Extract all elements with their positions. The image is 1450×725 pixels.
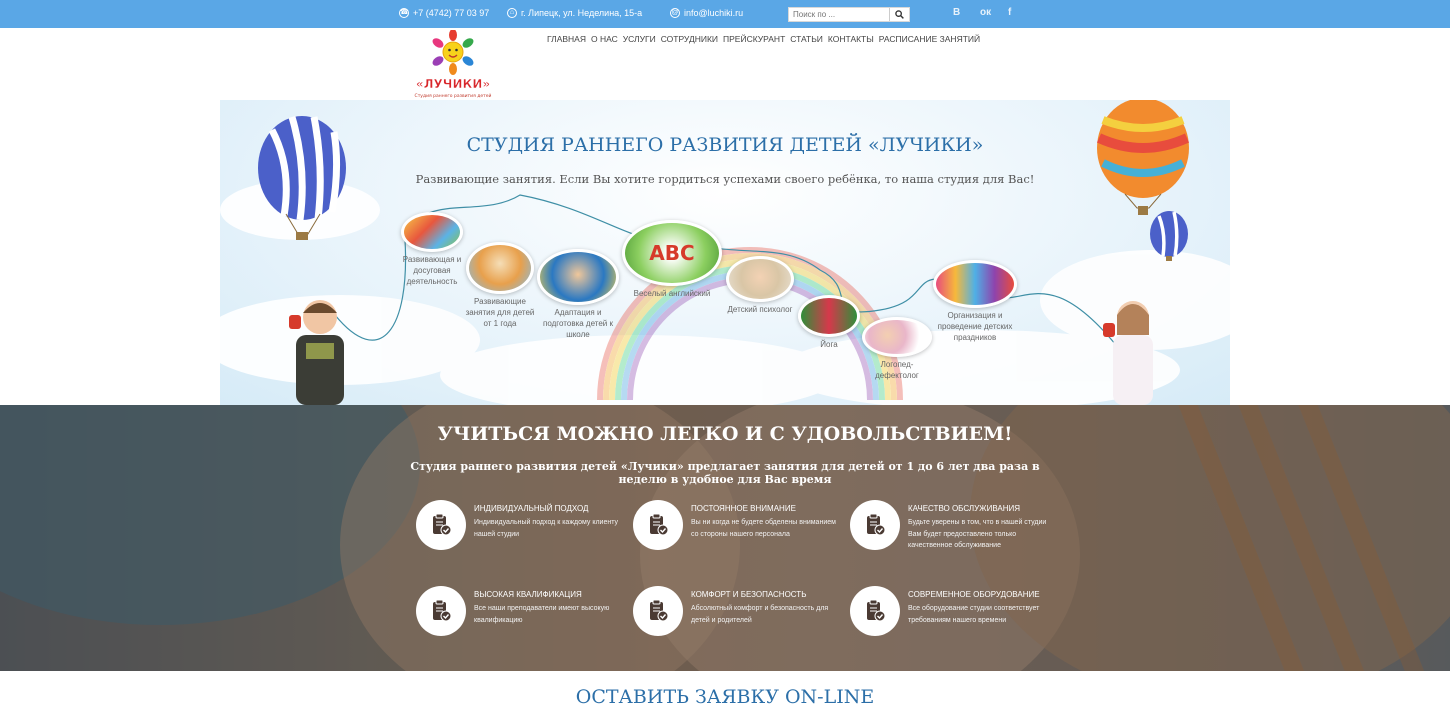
service-yoga[interactable]: Йога <box>796 295 862 350</box>
clipboard-check-icon <box>867 513 886 536</box>
nav-item-articles[interactable]: СТАТЬИ <box>790 34 823 44</box>
service-photo <box>798 295 860 337</box>
feature-title: КОМФОРТ И БЕЗОПАСНОСТЬ <box>691 590 807 599</box>
logo[interactable]: «ЛУЧИКИ» Студия раннего развития детей <box>410 29 496 100</box>
facebook-icon[interactable]: f <box>1008 7 1011 18</box>
service-from-1-year[interactable]: Развивающие занятия для детей от 1 года <box>462 242 538 329</box>
feature-text: Индивидуальный подход к каждому клиенту … <box>474 519 618 538</box>
feature-text: Вы ни когда не будете обделены вниманием… <box>691 519 836 538</box>
phone-text: +7 (4742) 77 03 97 <box>413 8 490 18</box>
feature-icon-circle <box>850 586 900 636</box>
feature-title: ИНДИВИДУАЛЬНЫЙ ПОДХОД <box>474 504 589 513</box>
phone-link[interactable]: ☎ +7 (4742) 77 03 97 <box>399 8 489 18</box>
nav-item-services[interactable]: УСЛУГИ <box>623 34 656 44</box>
service-label: Логопед-дефектолог <box>875 360 919 380</box>
home-icon: ⌂ <box>507 8 517 18</box>
clipboard-check-icon <box>433 599 452 622</box>
balloon-right-icon <box>1096 100 1190 215</box>
service-parties[interactable]: Организация и проведение детских праздни… <box>931 260 1019 343</box>
nav-item-about[interactable]: О НАС <box>591 34 618 44</box>
feature-icon-circle <box>850 500 900 550</box>
feature-icon-circle <box>416 500 466 550</box>
search-icon <box>895 10 904 19</box>
online-request-title[interactable]: ОСТАВИТЬ ЗАЯВКУ ON-LINE <box>0 686 1450 708</box>
hero-title: СТУДИЯ РАННЕГО РАЗВИТИЯ ДЕТЕЙ «ЛУЧИКИ» <box>466 134 984 156</box>
feature-icon-circle <box>416 586 466 636</box>
service-photo <box>726 256 794 302</box>
phone-icon: ☎ <box>399 8 409 18</box>
feature-text: Будьте уверены в том, что в нашей студии… <box>908 519 1047 549</box>
feature-title: КАЧЕСТВО ОБСЛУЖИВАНИЯ <box>908 504 1021 513</box>
abc-blocks-icon: ABC <box>622 220 722 286</box>
nav-item-contacts[interactable]: КОНТАКТЫ <box>828 34 874 44</box>
main-nav: ГЛАВНАЯ О НАС УСЛУГИ СОТРУДНИКИ ПРЕЙСКУР… <box>547 34 980 44</box>
feature-text: Абсолютный комфорт и безопасность для де… <box>691 605 829 624</box>
service-photo <box>933 260 1017 308</box>
feature-title: ПОСТОЯННОЕ ВНИМАНИЕ <box>691 504 796 513</box>
clipboard-check-icon <box>650 599 669 622</box>
address-link[interactable]: ⌂ г. Липецк, ул. Неделина, 15-а <box>507 8 642 18</box>
page: ☎ +7 (4742) 77 03 97 ⌂ г. Липецк, ул. Не… <box>0 0 1450 725</box>
logo-tagline: Студия раннего развития детей <box>415 92 492 99</box>
service-label: Детский психолог <box>727 305 793 314</box>
features-subtitle: Студия раннего развития детей «Лучики» п… <box>410 460 1040 486</box>
service-label: Йога <box>820 340 838 349</box>
search-button[interactable] <box>889 8 909 21</box>
service-speech-therapist[interactable]: Логопед-дефектолог <box>860 317 934 381</box>
feature-icon-circle <box>633 586 683 636</box>
logo-text: «ЛУЧИКИ» <box>416 77 490 91</box>
hero-subtitle: Развивающие занятия. Если Вы хотите горд… <box>415 172 1035 186</box>
service-psychologist[interactable]: Детский психолог <box>724 256 796 315</box>
clipboard-check-icon <box>867 599 886 622</box>
address-text: г. Липецк, ул. Неделина, 15-а <box>521 8 643 18</box>
feature-title: СОВРЕМЕННОЕ ОБОРУДОВАНИЕ <box>908 590 1040 599</box>
clipboard-check-icon <box>433 513 452 536</box>
odnoklassniki-icon[interactable]: ок <box>980 7 991 18</box>
boy-with-phone-icon <box>289 300 344 405</box>
service-english[interactable]: ABC Веселый английский <box>620 220 724 299</box>
nav-item-home[interactable]: ГЛАВНАЯ <box>547 34 586 44</box>
email-link[interactable]: @ info@luchiki.ru <box>670 8 743 18</box>
service-label: Развивающие занятия для детей от 1 года <box>465 297 535 328</box>
vk-icon[interactable]: В <box>953 7 960 18</box>
feature-text: Все оборудование студии соответствует тр… <box>908 605 1040 624</box>
service-photo <box>537 249 619 305</box>
top-bar: ☎ +7 (4742) 77 03 97 ⌂ г. Липецк, ул. Не… <box>0 0 1450 28</box>
service-school-prep[interactable]: Адаптация и подготовка детей к школе <box>535 249 621 340</box>
feature-icon-circle <box>633 500 683 550</box>
feature-title: ВЫСОКАЯ КВАЛИФИКАЦИЯ <box>474 590 582 599</box>
service-label: Веселый английский <box>633 289 711 298</box>
sun-hands-logo-icon: «ЛУЧИКИ» Студия раннего развития детей <box>415 29 492 99</box>
service-label: Развивающая и досуговая деятельность <box>402 255 462 286</box>
service-photo <box>466 242 534 294</box>
service-photo <box>401 212 463 252</box>
service-photo <box>862 317 932 357</box>
email-text: info@luchiki.ru <box>684 8 744 18</box>
search-input[interactable] <box>789 8 889 21</box>
nav-item-staff[interactable]: СОТРУДНИКИ <box>661 34 718 44</box>
clipboard-check-icon <box>650 513 669 536</box>
nav-item-prices[interactable]: ПРЕЙСКУРАНТ <box>723 34 785 44</box>
service-leisure[interactable]: Развивающая и досуговая деятельность <box>396 212 468 287</box>
service-label: Адаптация и подготовка детей к школе <box>543 308 613 339</box>
service-label: Организация и проведение детских праздни… <box>937 311 1013 342</box>
at-icon: @ <box>670 8 680 18</box>
search-box <box>788 7 910 22</box>
feature-text: Все наши преподаватели имеют высокую ква… <box>474 605 610 624</box>
nav-item-schedule[interactable]: РАСПИСАНИЕ ЗАНЯТИЙ <box>879 34 980 44</box>
features-title: УЧИТЬСЯ МОЖНО ЛЕГКО И С УДОВОЛЬСТВИЕМ! <box>437 423 1013 445</box>
